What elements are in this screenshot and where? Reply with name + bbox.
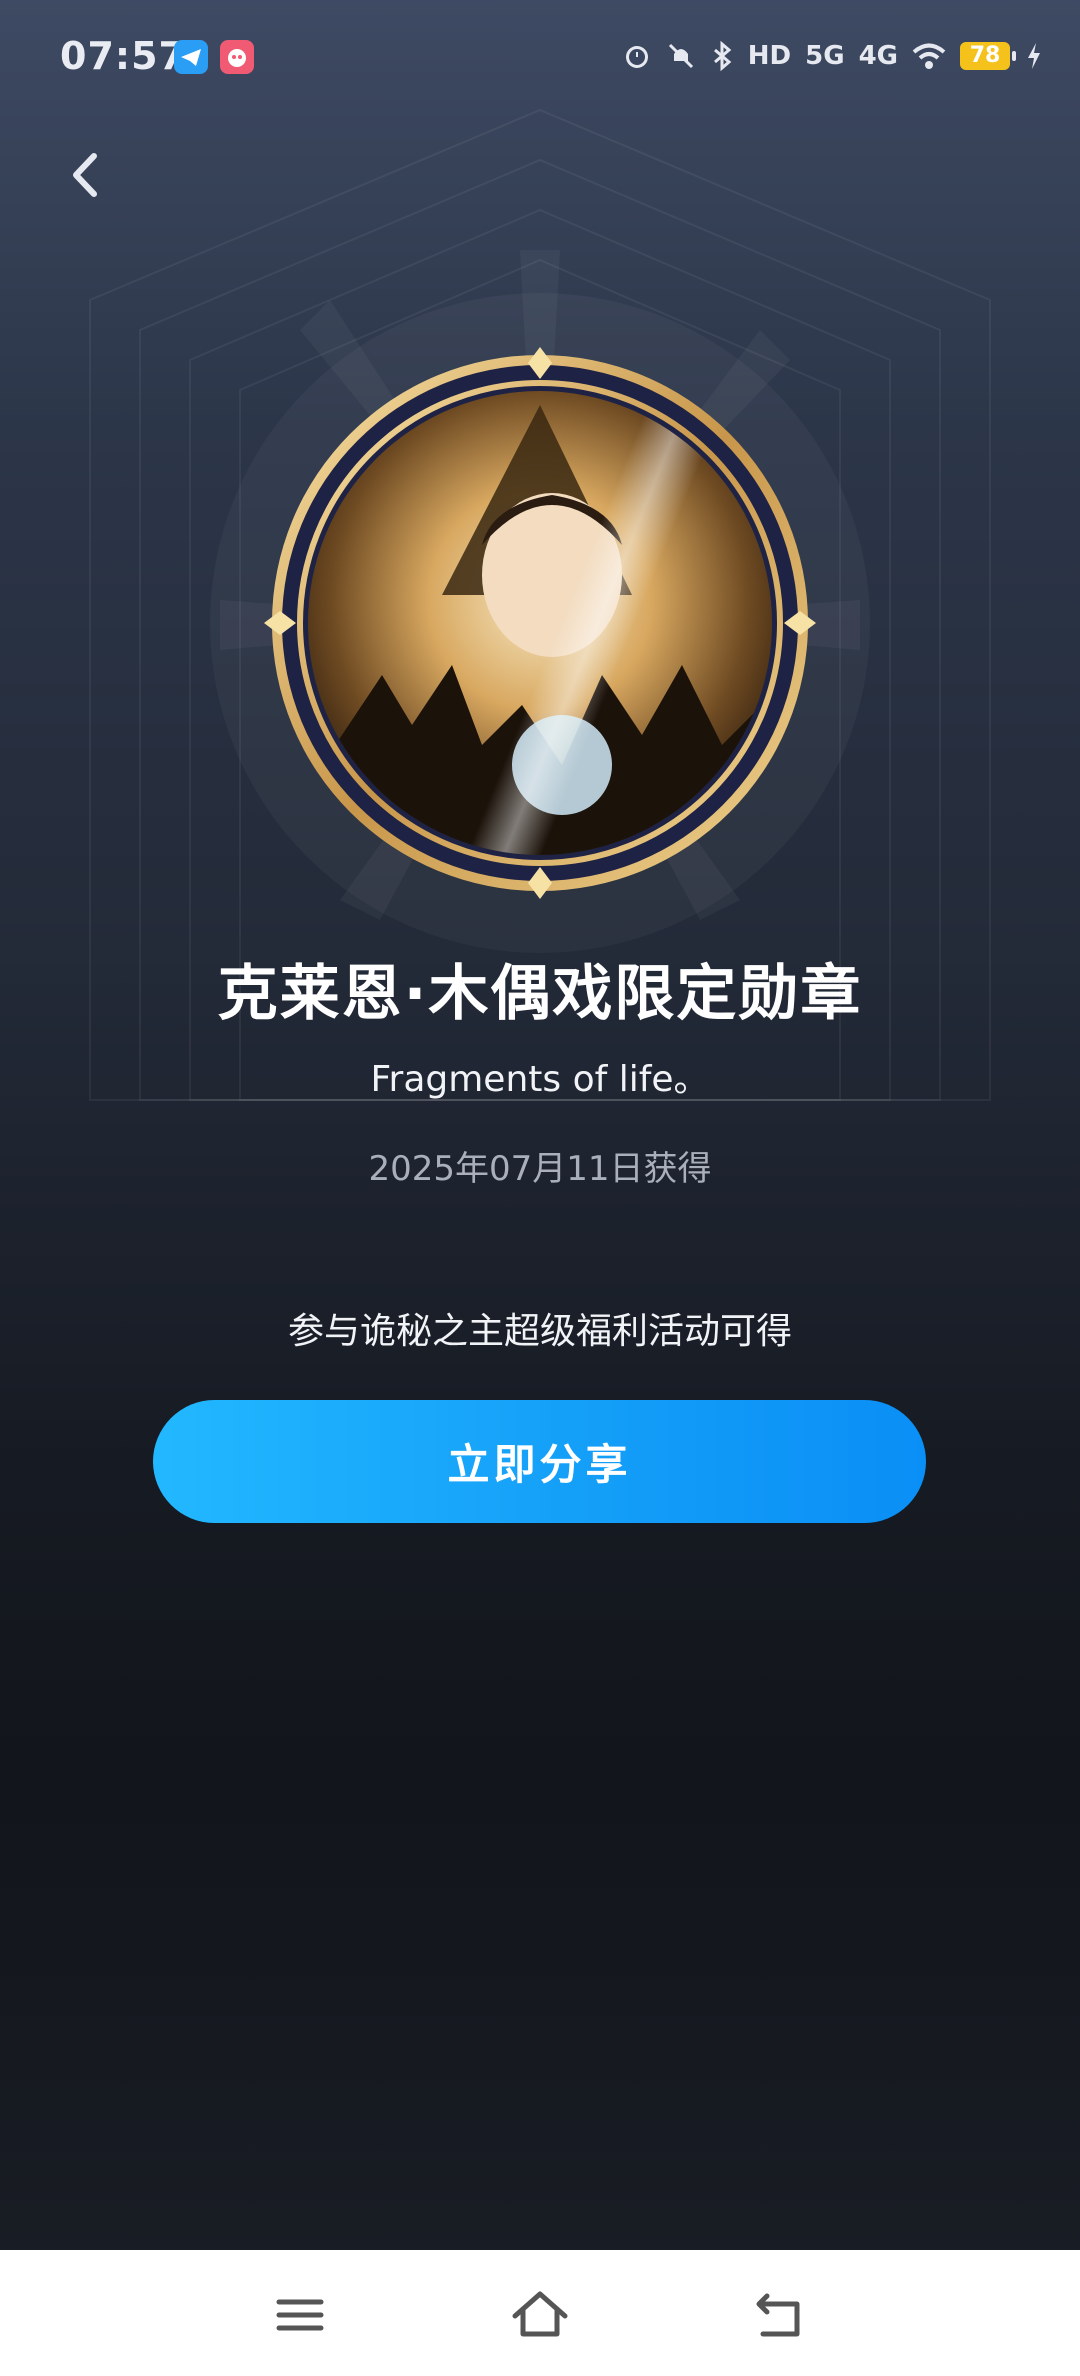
share-button-label: 立即分享 [447,1440,632,1489]
system-nav-bar [0,2250,1080,2376]
back-icon[interactable] [745,2280,815,2350]
share-button[interactable]: 立即分享 [153,1400,926,1523]
medal-badge [264,347,816,899]
home-icon[interactable] [505,2280,575,2350]
obtain-condition: 参与诡秘之主超级福利活动可得 [287,1311,792,1352]
medal-title: 克莱恩·木偶戏限定勋章 [217,959,863,1029]
medal-subtitle: Fragments of life。 [370,1059,710,1100]
menu-icon[interactable] [265,2280,335,2350]
obtained-date: 2025年07月11日获得 [368,1149,712,1189]
